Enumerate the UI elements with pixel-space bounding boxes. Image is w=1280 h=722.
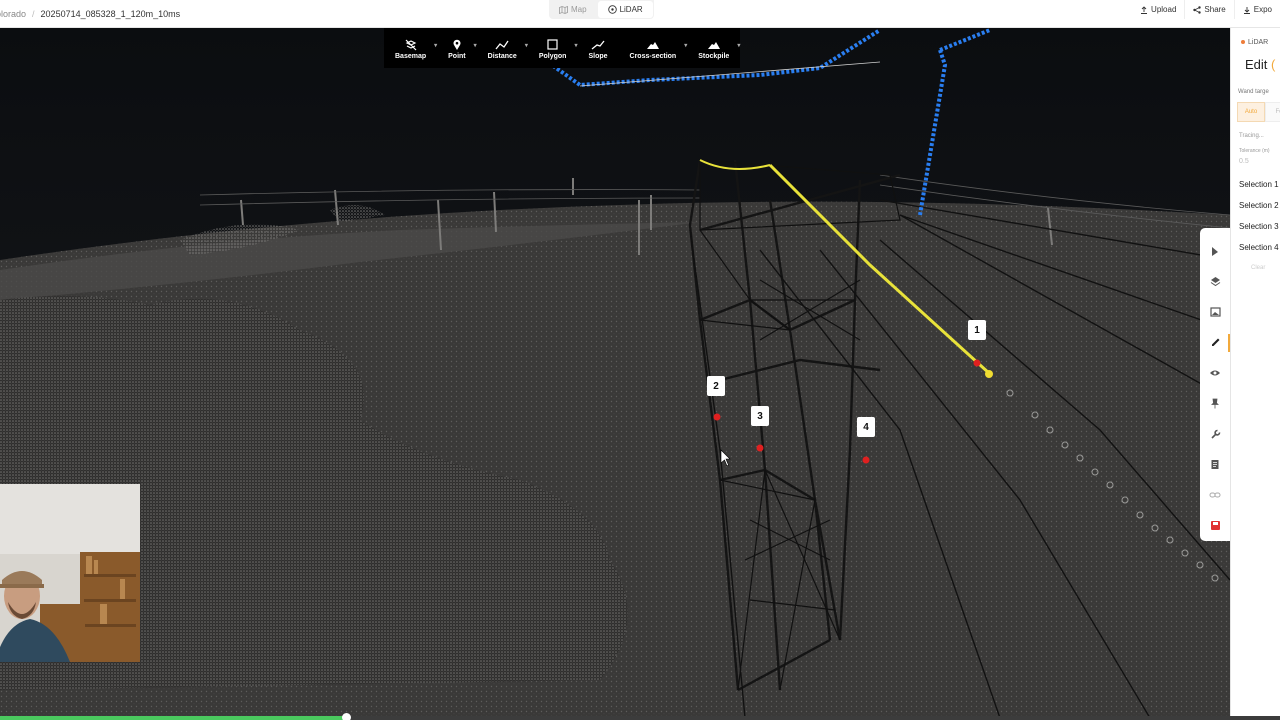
measure-toolbar: Basemap ▾ Point ▾ Distance ▾ Polygon ▾ S… [384,28,741,68]
map-view-button[interactable]: Map [549,0,597,19]
lidar-badge-label: LiDAR [1248,39,1269,46]
webcam-overlay [0,484,140,662]
pin-icon [453,39,461,50]
lidar-view-button[interactable]: LiDAR [597,1,653,18]
tool-images[interactable] [1200,297,1230,328]
tool-cross-section-label: Cross-section [629,52,677,60]
panel-title-label: Edit [1245,57,1268,72]
cursor-icon [1212,246,1218,256]
chevron-down-icon[interactable]: ▾ [737,42,740,49]
tool-settings[interactable] [1200,419,1230,450]
tolerance-input[interactable]: 0.5 [1239,158,1249,165]
tool-save[interactable] [1200,511,1230,542]
wrench-icon [1210,429,1220,439]
tolerance-label: Tolerance (m) [1239,148,1270,154]
video-progress-bar[interactable] [0,713,1280,722]
save-icon [1210,521,1220,531]
tool-basemap-label: Basemap [395,52,427,60]
link-icon [1209,492,1221,498]
tool-stockpile[interactable]: Stockpile ▾ [687,28,740,68]
tool-layers[interactable] [1200,267,1230,298]
point-marker-4[interactable]: 4 [857,417,875,437]
top-bar: olorado / 20250714_085328_1_120m_10ms Ma… [0,0,1280,28]
view-toggle: Map LiDAR [549,0,654,19]
wand-mode-segment: Auto Fo [1237,102,1280,122]
tool-basemap[interactable]: Basemap ▾ [384,28,437,68]
export-button[interactable]: Expo [1233,0,1280,19]
stockpile-icon [707,41,720,49]
tool-select[interactable] [1200,236,1230,267]
other-mode-button[interactable]: Fo [1265,102,1280,122]
share-icon [1193,5,1202,14]
selection-item[interactable]: Selection 1 [1239,180,1279,189]
tool-report[interactable] [1200,450,1230,481]
breadcrumb-separator: / [32,9,35,19]
map-view-label: Map [571,5,587,14]
lidar-badge: LiDAR [1241,39,1268,46]
webcam-person-image [0,484,140,662]
clear-button[interactable]: Clear [1251,265,1265,271]
video-progress-knob[interactable] [341,713,351,722]
panel-title-accent: ( [1271,57,1276,72]
tool-link[interactable] [1200,480,1230,511]
basemap-off-icon [405,39,416,50]
map-icon [559,5,568,14]
tool-polygon[interactable]: Polygon ▾ [528,28,577,68]
tool-point[interactable]: Point ▾ [437,28,477,68]
upload-label: Upload [1151,5,1177,14]
tracing-status: Tracing... [1239,133,1264,139]
upload-icon [1141,5,1148,14]
lidar-viewport[interactable]: Basemap ▾ Point ▾ Distance ▾ Polygon ▾ S… [0,28,1230,718]
tool-point-label: Point [448,52,466,60]
selection-item[interactable]: Selection 2 [1239,201,1279,210]
polygon-icon [547,39,558,50]
share-button[interactable]: Share [1184,0,1233,19]
share-label: Share [1204,5,1226,14]
download-icon [1243,6,1250,14]
breadcrumb: olorado / 20250714_085328_1_120m_10ms [0,0,180,28]
edit-side-panel: LiDAR Edit ( Wand targe Auto Fo Tracing.… [1230,28,1280,718]
tool-visibility[interactable] [1200,358,1230,389]
video-progress-fill [0,716,346,720]
tool-distance[interactable]: Distance ▾ [477,28,528,68]
point-cloud-scene [0,28,1230,718]
point-marker-1[interactable]: 1 [968,320,986,340]
wand-target-label: Wand targe [1238,89,1269,95]
pencil-icon [1211,338,1219,347]
point-marker-2[interactable]: 2 [707,376,725,396]
tool-polygon-label: Polygon [538,52,567,60]
selection-item[interactable]: Selection 4 [1239,243,1279,252]
tool-distance-label: Distance [487,52,517,60]
tool-pin[interactable] [1200,389,1230,420]
tool-slope-label: Slope [588,52,608,60]
layers-icon [1210,277,1220,287]
point-marker-3[interactable]: 3 [751,406,769,426]
tool-stockpile-label: Stockpile [698,52,730,60]
tool-cross-section[interactable]: Cross-section ▾ [619,28,687,68]
cross-section-icon [646,41,659,49]
document-icon [1211,460,1219,470]
lidar-view-label: LiDAR [619,5,643,14]
distance-icon [495,40,509,49]
lidar-icon [607,5,617,14]
panel-title: Edit ( [1245,57,1275,72]
vertical-toolbar [1200,228,1230,541]
pin-icon [1211,398,1219,409]
slope-icon [591,40,605,50]
image-icon [1209,307,1221,317]
file-name: 20250714_085328_1_120m_10ms [40,9,181,19]
header-actions: Upload Share Expo [1132,0,1280,19]
tool-edit[interactable] [1200,328,1230,359]
tool-slope[interactable]: Slope [577,28,618,68]
upload-button[interactable]: Upload [1132,0,1184,19]
eye-icon [1210,370,1220,376]
auto-mode-button[interactable]: Auto [1237,102,1265,122]
export-label: Expo [1253,5,1272,14]
breadcrumb-parent[interactable]: olorado [0,9,26,19]
selection-item[interactable]: Selection 3 [1239,222,1279,231]
